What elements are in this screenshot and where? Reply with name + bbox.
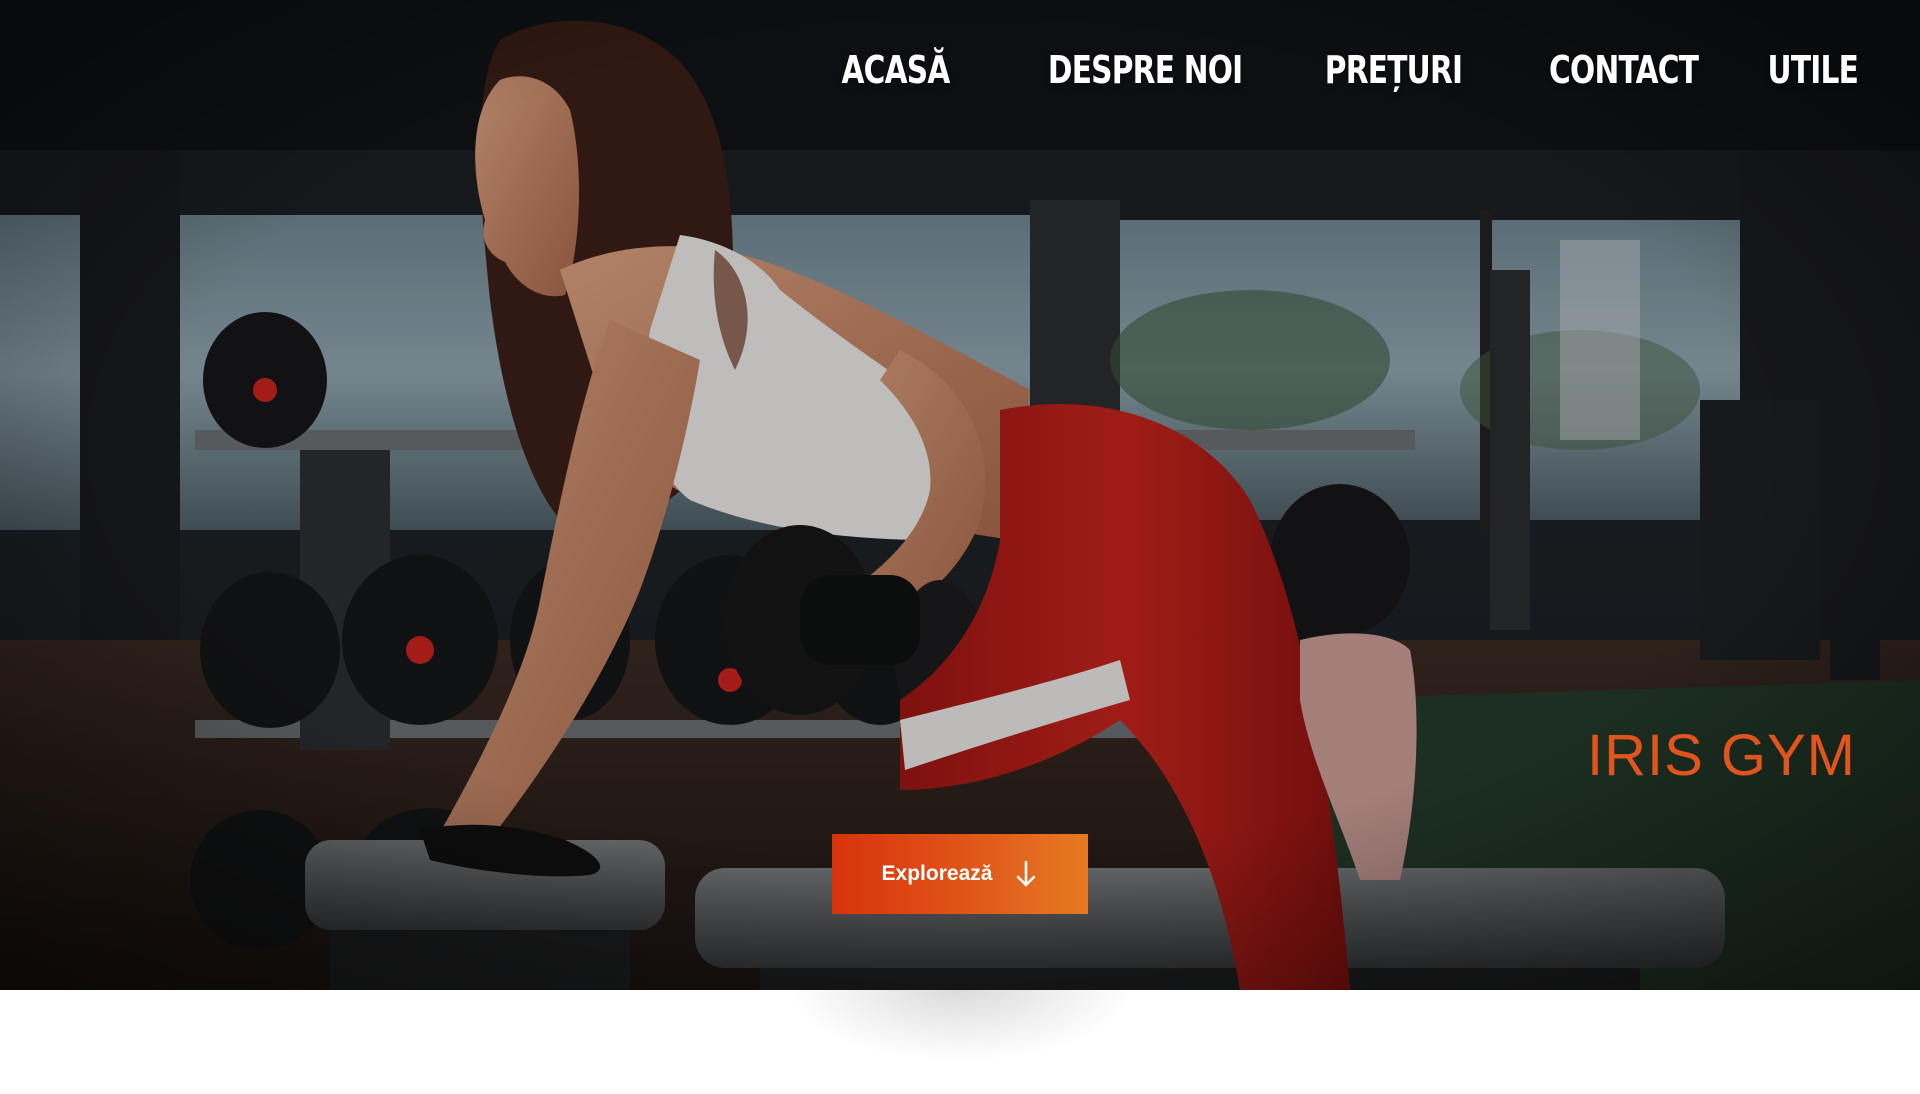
main-nav: ACASĂ DESPRE NOI PREȚURI CONTACT UTILE — [811, 48, 1859, 92]
hero-section: ACASĂ DESPRE NOI PREȚURI CONTACT UTILE I… — [0, 0, 1920, 990]
page: ACASĂ DESPRE NOI PREȚURI CONTACT UTILE I… — [0, 0, 1920, 1094]
nav-item-despre-noi[interactable]: DESPRE NOI — [1048, 48, 1243, 92]
brand-title: IRIS GYM — [1586, 723, 1856, 788]
explore-button-label: Explorează — [881, 862, 993, 885]
nav-item-utile[interactable]: UTILE — [1767, 48, 1858, 92]
nav-item-acasa[interactable]: ACASĂ — [841, 48, 950, 92]
button-shadow — [790, 990, 1130, 1060]
nav-item-preturi[interactable]: PREȚURI — [1325, 48, 1463, 92]
nav-item-contact[interactable]: CONTACT — [1549, 48, 1699, 92]
explore-button[interactable]: Explorează — [832, 834, 1088, 914]
arrow-down-icon — [1014, 860, 1038, 888]
